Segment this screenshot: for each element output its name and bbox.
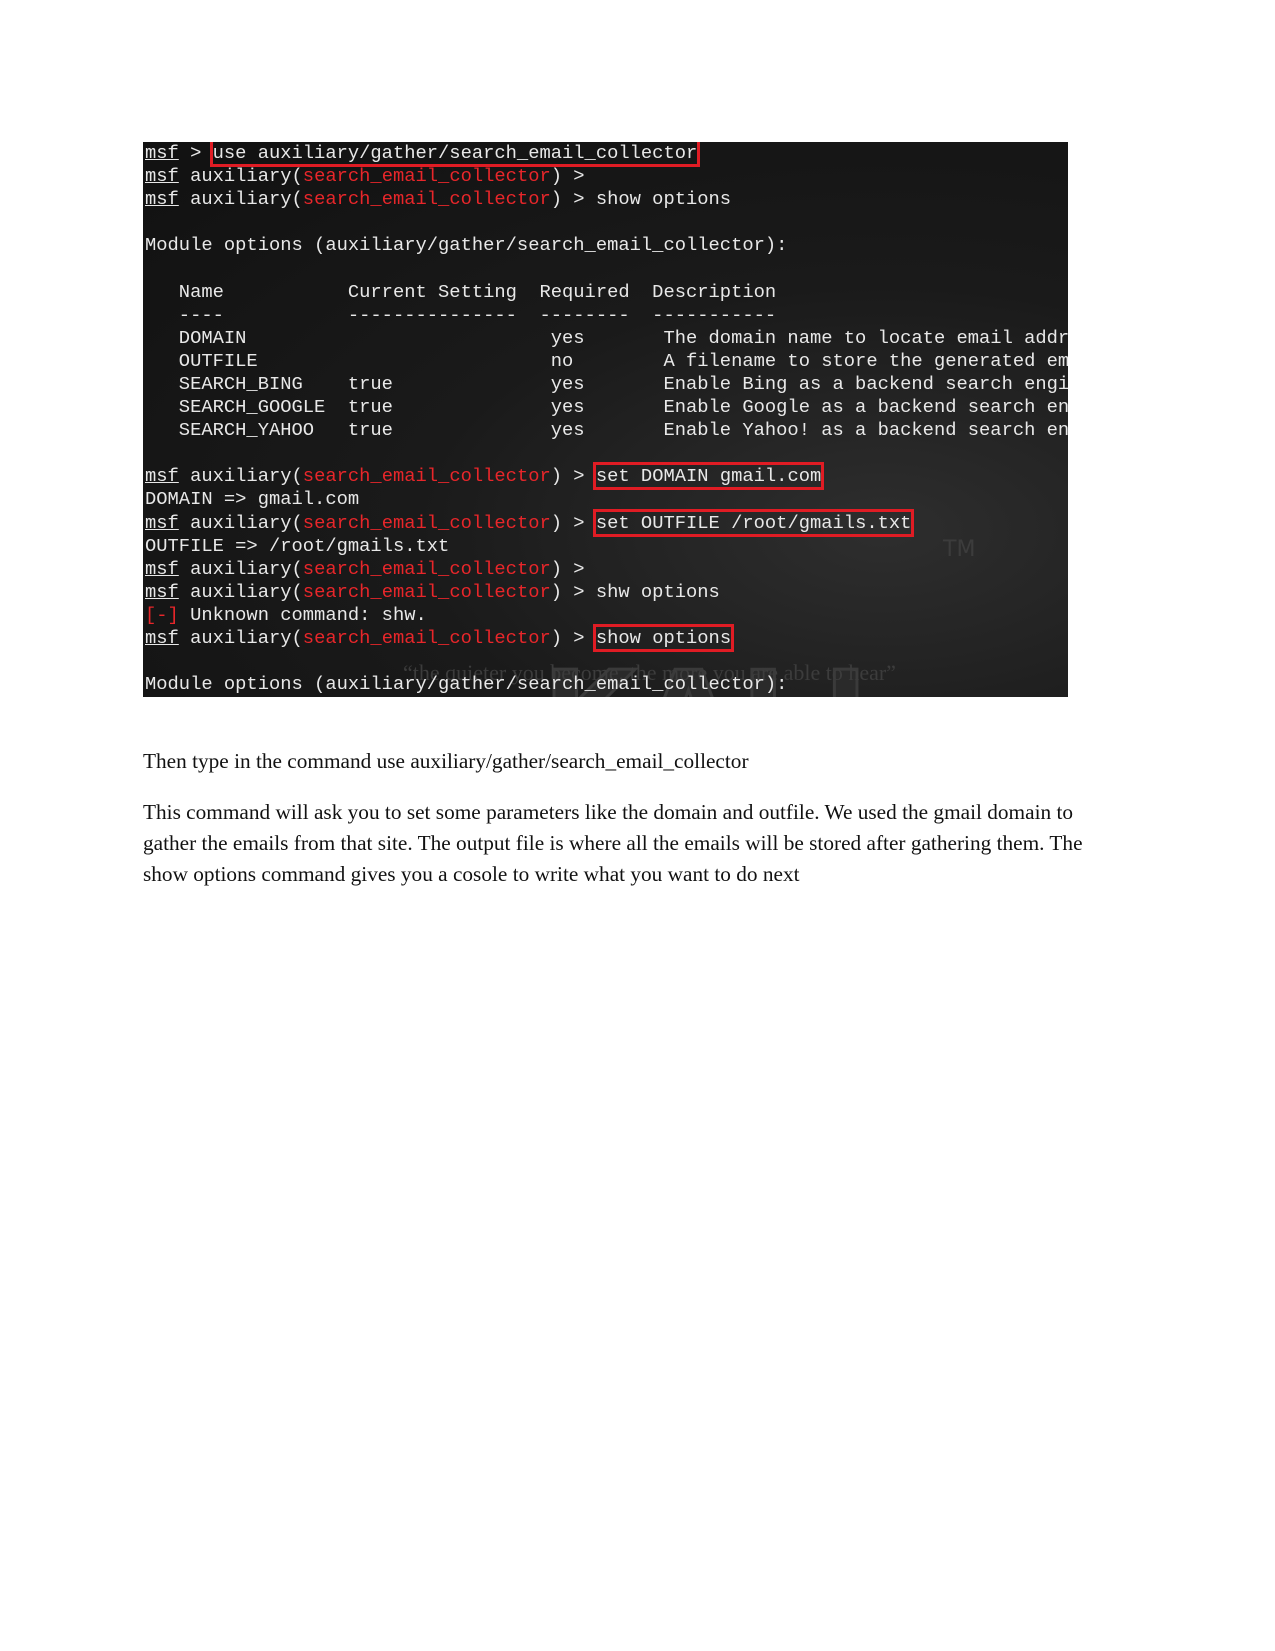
module-name: search_email_collector <box>302 465 551 488</box>
terminal-line: Module options (auxiliary/gather/search_… <box>145 673 1068 696</box>
terminal-line: DOMAIN yes The domain name to locate ema… <box>145 327 1068 350</box>
msf-prompt: msf <box>145 626 179 649</box>
highlighted-command: show options <box>592 623 735 652</box>
terminal-text: ) > <box>550 511 596 534</box>
module-name: search_email_collector <box>302 626 551 649</box>
highlighted-command: set OUTFILE /root/gmails.txt <box>592 508 915 537</box>
terminal-screenshot: KALI LINUX TM “the quieter you become, t… <box>143 142 1068 697</box>
terminal-line: SEARCH_GOOGLE true yes Enable Google as … <box>145 396 1068 419</box>
terminal-line: SEARCH_BING true yes Enable Bing as a ba… <box>145 373 1068 396</box>
terminal-text: auxiliary( <box>178 165 303 188</box>
terminal-text: Unknown command: shw. <box>178 603 427 626</box>
terminal-text: OUTFILE no A filename to store the gener… <box>145 349 1068 372</box>
terminal-text: ) > <box>550 626 596 649</box>
terminal-text: auxiliary( <box>178 465 303 488</box>
terminal-output: msf > use auxiliary/gather/search_email_… <box>145 142 1068 696</box>
terminal-text: OUTFILE => /root/gmails.txt <box>145 534 450 557</box>
terminal-line: DOMAIN => gmail.com <box>145 488 1068 511</box>
msf-prompt: msf <box>145 188 179 211</box>
msf-prompt: msf <box>145 511 179 534</box>
paragraph-intro: Then type in the command use auxiliary/g… <box>143 749 749 773</box>
terminal-line: msf auxiliary(search_email_collector) > … <box>145 508 1068 537</box>
terminal-line: msf auxiliary(search_email_collector) > … <box>145 188 1068 211</box>
terminal-line: OUTFILE => /root/gmails.txt <box>145 535 1068 558</box>
terminal-text: auxiliary( <box>178 511 303 534</box>
terminal-text: Module options (auxiliary/gather/search_… <box>145 234 788 257</box>
terminal-text: ) > <box>550 557 585 580</box>
terminal-text: DOMAIN => gmail.com <box>145 488 360 511</box>
terminal-line: SEARCH_YAHOO true yes Enable Yahoo! as a… <box>145 419 1068 442</box>
msf-prompt: msf <box>145 165 179 188</box>
msf-prompt: msf <box>145 580 179 603</box>
module-name: search_email_collector <box>302 580 551 603</box>
highlighted-command: use auxiliary/gather/search_email_collec… <box>209 142 701 167</box>
terminal-text: Name Current Setting Required Descriptio… <box>145 280 777 303</box>
highlighted-command: set DOMAIN gmail.com <box>592 462 825 491</box>
terminal-text: Module options (auxiliary/gather/search_… <box>145 673 788 696</box>
terminal-line: msf auxiliary(search_email_collector) > <box>145 165 1068 188</box>
terminal-text: DOMAIN yes The domain name to locate ema… <box>178 326 1068 349</box>
terminal-line: OUTFILE no A filename to store the gener… <box>145 350 1068 373</box>
terminal-line: msf auxiliary(search_email_collector) > <box>145 558 1068 581</box>
terminal-text: > <box>178 142 213 164</box>
terminal-text: ) > shw options <box>550 580 720 603</box>
terminal-line: msf auxiliary(search_email_collector) > … <box>145 462 1068 491</box>
terminal-text: auxiliary( <box>178 188 303 211</box>
module-name: search_email_collector <box>302 188 551 211</box>
module-name: search_email_collector <box>302 557 551 580</box>
paragraph-explanation: This command will ask you to set some pa… <box>143 800 1083 887</box>
terminal-text: SEARCH_YAHOO true yes Enable Yahoo! as a… <box>145 419 1068 442</box>
msf-prompt: msf <box>145 142 179 164</box>
terminal-line: msf > use auxiliary/gather/search_email_… <box>145 142 1068 167</box>
msf-prompt: msf <box>145 557 179 580</box>
terminal-text: auxiliary( <box>178 580 303 603</box>
terminal-line: msf auxiliary(search_email_collector) > … <box>145 581 1068 604</box>
terminal-text: SEARCH_BING true yes Enable Bing as a ba… <box>145 372 1068 395</box>
terminal-text: ---- --------------- -------- ----------… <box>145 303 777 326</box>
module-name: [-] <box>145 603 179 626</box>
module-name: search_email_collector <box>302 511 551 534</box>
terminal-line: msf auxiliary(search_email_collector) > … <box>145 623 1068 652</box>
terminal-text: ) > <box>550 165 585 188</box>
terminal-line: [-] Unknown command: shw. <box>145 604 1068 627</box>
terminal-line: Module options (auxiliary/gather/search_… <box>145 234 1068 257</box>
terminal-line: Name Current Setting Required Descriptio… <box>145 281 1068 304</box>
terminal-text: auxiliary( <box>178 626 303 649</box>
terminal-text: SEARCH_GOOGLE true yes Enable Google as … <box>145 396 1068 419</box>
module-name: search_email_collector <box>302 165 551 188</box>
msf-prompt: msf <box>145 465 179 488</box>
terminal-line: ---- --------------- -------- ----------… <box>145 304 1068 327</box>
terminal-text: auxiliary( <box>178 557 303 580</box>
terminal-text: ) > <box>550 465 596 488</box>
terminal-text: ) > show options <box>550 188 732 211</box>
